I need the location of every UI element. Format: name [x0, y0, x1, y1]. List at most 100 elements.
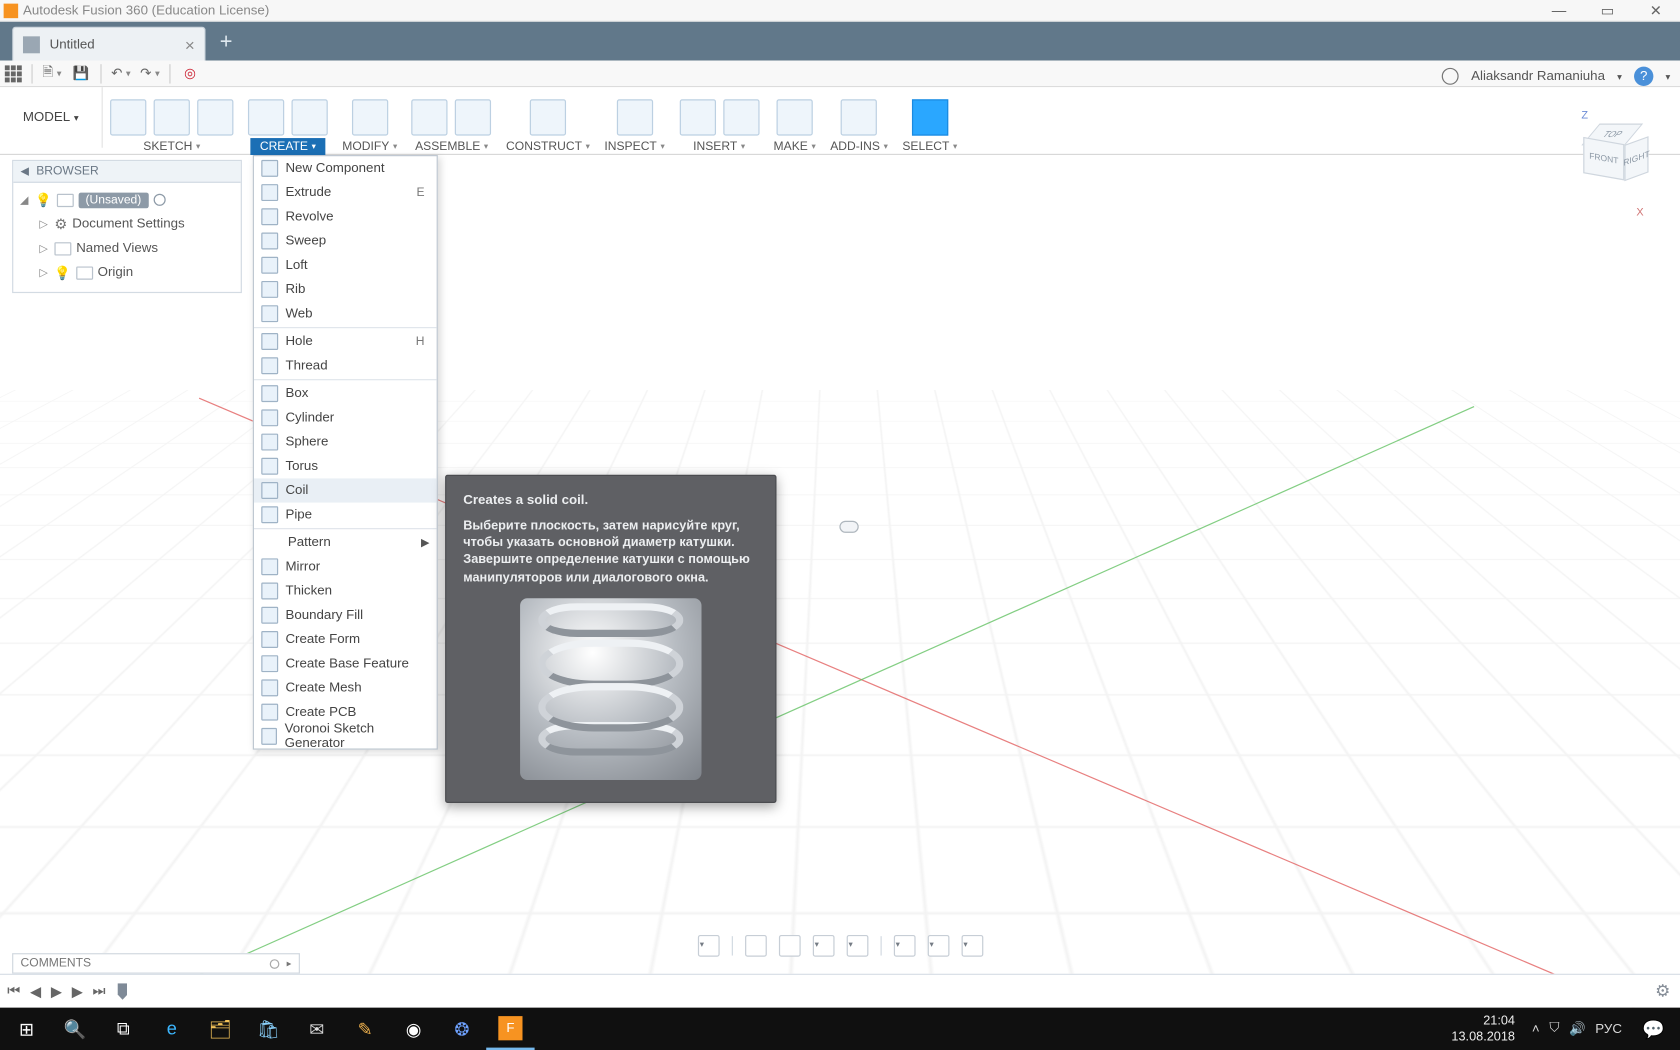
ribbon-group-inspect[interactable]: INSPECT [597, 87, 672, 155]
fit-icon[interactable] [846, 935, 868, 957]
redo-icon[interactable]: ↷ [140, 64, 159, 83]
timeline-play-icon[interactable]: ▶ [51, 983, 62, 1000]
viewport-icon[interactable] [961, 935, 983, 957]
menu-item-voronoi-sketch-generator[interactable]: Voronoi Sketch Generator [254, 724, 437, 748]
collapse-icon[interactable]: ◀ [21, 165, 29, 178]
menu-item-extrude[interactable]: ExtrudeE [254, 180, 437, 204]
extension-icon[interactable]: ◎ [180, 64, 199, 83]
view-cube[interactable]: TOP FRONT RIGHT [1576, 116, 1649, 189]
task-view-icon[interactable]: ⧉ [99, 1008, 147, 1050]
menu-item-boundary-fill[interactable]: Boundary Fill [254, 603, 437, 627]
menu-item-create-pcb[interactable]: Create PCB [254, 700, 437, 724]
comments-toggle-icon[interactable] [270, 959, 280, 969]
expand-icon[interactable]: ▷ [37, 217, 49, 230]
close-button[interactable]: ✕ [1632, 0, 1680, 22]
new-tab-button[interactable]: + [213, 29, 240, 56]
menu-item-revolve[interactable]: Revolve [254, 205, 437, 229]
mail-icon[interactable]: ✉ [293, 1008, 341, 1050]
browser-item[interactable]: ▷ 💡 Origin [18, 260, 236, 284]
viewcube-front[interactable]: FRONT [1583, 137, 1624, 181]
menu-item-rib[interactable]: Rib [254, 277, 437, 301]
tray-overflow-icon[interactable]: ˄ [1532, 1022, 1540, 1037]
language-indicator[interactable]: РУС [1595, 1022, 1622, 1037]
taskbar-clock[interactable]: 21:04 13.08.2018 [1451, 1014, 1519, 1043]
ribbon-group-create[interactable]: CREATE [241, 87, 335, 155]
timeline-end-icon[interactable]: ⏭ [93, 982, 106, 1000]
edge-icon[interactable]: e [148, 1008, 196, 1050]
timeline-start-icon[interactable]: ⏮ [7, 982, 20, 1000]
menu-item-create-form[interactable]: Create Form [254, 627, 437, 651]
menu-item-new-component[interactable]: New Component [254, 156, 437, 180]
network-icon[interactable]: ⛉ [1549, 1021, 1559, 1037]
visibility-icon[interactable]: 💡 [35, 192, 52, 208]
chrome-icon[interactable]: ◉ [389, 1008, 437, 1050]
ribbon-group-construct[interactable]: CONSTRUCT [499, 87, 597, 155]
look-at-icon[interactable] [744, 935, 766, 957]
browser-item[interactable]: ▷ Named Views [18, 236, 236, 260]
app-icon[interactable]: ❂ [438, 1008, 486, 1050]
activate-icon[interactable] [153, 194, 165, 206]
ribbon-group-insert[interactable]: INSERT [672, 87, 766, 155]
menu-item-sphere[interactable]: Sphere [254, 430, 437, 454]
menu-item-create-base-feature[interactable]: Create Base Feature [254, 652, 437, 676]
menu-item-thicken[interactable]: Thicken [254, 579, 437, 603]
ribbon-group-select[interactable]: SELECT [895, 87, 964, 155]
viewcube-right[interactable]: RIGHT [1624, 136, 1648, 181]
expand-icon[interactable]: ▷ [37, 266, 49, 279]
minimize-button[interactable]: — [1535, 0, 1583, 22]
menu-item-web[interactable]: Web [254, 302, 437, 326]
menu-item-sweep[interactable]: Sweep [254, 229, 437, 253]
expand-icon[interactable]: ◢ [18, 193, 30, 206]
ribbon-group-sketch[interactable]: SKETCH [103, 87, 241, 155]
menu-item-loft[interactable]: Loft [254, 253, 437, 277]
data-panel-icon[interactable] [5, 65, 22, 82]
timeline-back-icon[interactable]: ◀ [30, 983, 41, 1000]
undo-icon[interactable]: ↶ [111, 64, 130, 83]
menu-item-hole[interactable]: HoleH [254, 329, 437, 353]
menu-item-coil[interactable]: Coil [254, 478, 437, 502]
menu-item-pipe[interactable]: Pipe [254, 503, 437, 527]
comments-expand-icon[interactable]: ▸ [287, 958, 292, 969]
menu-item-mirror[interactable]: Mirror [254, 555, 437, 579]
notifications-icon[interactable]: 💬 [1629, 1008, 1677, 1050]
store-icon[interactable]: 🛍 [244, 1008, 292, 1050]
maximize-button[interactable]: ▭ [1583, 0, 1631, 22]
user-name[interactable]: Aliaksandr Ramaniuha [1471, 69, 1605, 84]
menu-item-pattern[interactable]: Pattern▶ [254, 530, 437, 554]
search-icon[interactable]: 🔍 [51, 1008, 99, 1050]
help-icon[interactable]: ? [1634, 67, 1653, 86]
browser-item[interactable]: ▷ ⚙ Document Settings [18, 212, 236, 236]
save-icon[interactable]: 💾 [71, 64, 90, 83]
visibility-icon[interactable]: 💡 [54, 265, 71, 281]
pan-icon[interactable] [778, 935, 800, 957]
start-button[interactable]: ⊞ [2, 1008, 50, 1050]
document-tab[interactable]: Untitled × [12, 27, 206, 61]
ribbon-group-modify[interactable]: MODIFY [335, 87, 404, 155]
timeline-settings-icon[interactable]: ⚙ [1655, 981, 1670, 1002]
display-settings-icon[interactable] [893, 935, 915, 957]
fusion-task-icon[interactable]: F [486, 1008, 534, 1050]
timeline-fwd-icon[interactable]: ▶ [72, 983, 83, 1000]
timeline-marker[interactable] [118, 983, 128, 1000]
menu-item-cylinder[interactable]: Cylinder [254, 406, 437, 430]
comments-bar[interactable]: COMMENTS ▸ [12, 953, 300, 974]
expand-icon[interactable]: ▷ [37, 242, 49, 255]
app-icon[interactable]: ✎ [341, 1008, 389, 1050]
browser-root[interactable]: ◢ 💡 (Unsaved) [18, 188, 236, 212]
browser-header[interactable]: ◀ BROWSER [13, 161, 240, 183]
menu-item-box[interactable]: Box [254, 381, 437, 405]
explorer-icon[interactable]: 🗂 [196, 1008, 244, 1050]
menu-item-create-mesh[interactable]: Create Mesh [254, 676, 437, 700]
ribbon-group-assemble[interactable]: ASSEMBLE [404, 87, 498, 155]
grid-settings-icon[interactable] [927, 935, 949, 957]
menu-item-thread[interactable]: Thread [254, 354, 437, 378]
workspace-switcher[interactable]: MODEL ▾ [0, 87, 103, 148]
ribbon-group-make[interactable]: MAKE [766, 87, 823, 155]
close-tab-icon[interactable]: × [185, 35, 195, 54]
zoom-icon[interactable] [812, 935, 834, 957]
volume-icon[interactable]: 🔊 [1569, 1021, 1586, 1037]
origin-handle[interactable] [839, 521, 858, 533]
ribbon-group-addins[interactable]: ADD-INS [823, 87, 895, 155]
job-status-icon[interactable] [1442, 68, 1459, 85]
file-menu-icon[interactable]: 🗎 [42, 64, 61, 83]
